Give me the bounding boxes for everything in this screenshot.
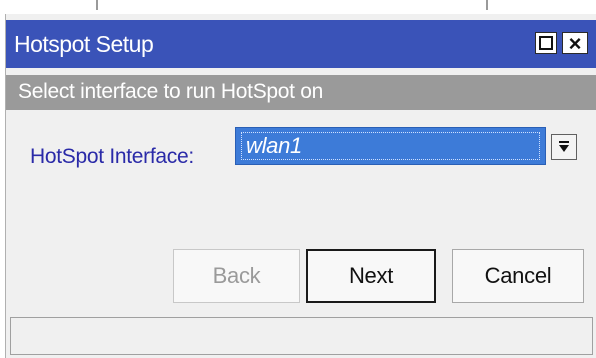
next-button[interactable]: Next <box>306 249 436 303</box>
hotspot-interface-label: HotSpot Interface: <box>30 145 194 168</box>
title-bar[interactable]: Hotspot Setup × <box>6 20 596 68</box>
maximize-icon <box>539 36 553 50</box>
status-bar <box>10 317 593 355</box>
background-divider <box>486 0 488 10</box>
maximize-button[interactable] <box>535 32 557 54</box>
close-button[interactable]: × <box>562 31 588 56</box>
dropdown-arrow-icon <box>559 141 569 152</box>
step-header-text: Select interface to run HotSpot on <box>18 80 323 103</box>
window-title: Hotspot Setup <box>14 31 154 57</box>
selected-interface-value: wlan1 <box>246 133 302 158</box>
close-icon: × <box>568 31 582 56</box>
interface-dropdown-button[interactable] <box>551 134 577 160</box>
cancel-button[interactable]: Cancel <box>452 249 584 303</box>
step-header: Select interface to run HotSpot on <box>6 75 596 110</box>
background-strip <box>0 0 596 14</box>
screen-frame: Hotspot Setup × Select interface to run … <box>0 0 596 358</box>
background-divider <box>96 0 98 10</box>
hotspot-setup-dialog: Hotspot Setup × Select interface to run … <box>5 14 596 358</box>
back-button[interactable]: Back <box>173 249 300 303</box>
hotspot-interface-select[interactable]: wlan1 <box>235 127 546 165</box>
